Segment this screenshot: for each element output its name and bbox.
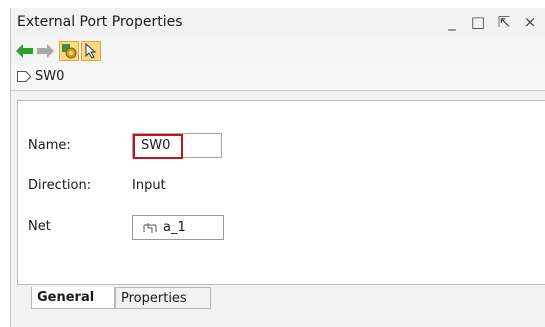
- close-button[interactable]: ×: [522, 12, 538, 32]
- arrow-right-gray-icon: [37, 44, 54, 58]
- cursor-toggle-icon: [85, 43, 97, 59]
- title-bar: External Port Properties _ □ ⇱ ×: [11, 8, 545, 39]
- window-title: External Port Properties: [17, 14, 183, 30]
- net-label: Net: [28, 219, 51, 234]
- window-controls: _ □ ⇱ ×: [444, 12, 538, 32]
- breadcrumb: SW0: [11, 64, 545, 91]
- name-field[interactable]: SW0: [132, 133, 222, 159]
- name-value: SW0: [141, 138, 171, 153]
- minimize-button[interactable]: _: [444, 12, 460, 32]
- net-value: a_1: [163, 220, 186, 235]
- breadcrumb-label: SW0: [35, 69, 65, 84]
- general-tab-content: Name: SW0 Direction: Input Net a_1: [17, 100, 545, 285]
- gear-toggle-icon: [62, 44, 77, 59]
- arrow-left-green-icon: [16, 44, 33, 58]
- forward-button[interactable]: [36, 41, 56, 61]
- name-label: Name:: [28, 138, 71, 153]
- net-icon: [143, 222, 157, 238]
- port-icon: [17, 71, 32, 86]
- net-link[interactable]: a_1: [132, 215, 224, 240]
- direction-label: Direction:: [28, 178, 92, 193]
- float-button[interactable]: ⇱: [496, 12, 512, 32]
- tab-general[interactable]: General: [31, 287, 115, 309]
- tab-bar: General Properties: [17, 287, 545, 327]
- auto-update-toggle[interactable]: [59, 41, 79, 61]
- tab-properties[interactable]: Properties: [115, 287, 211, 309]
- direction-value: Input: [132, 178, 166, 193]
- maximize-button[interactable]: □: [470, 12, 486, 32]
- back-button[interactable]: [15, 41, 35, 61]
- select-toggle[interactable]: [81, 41, 101, 61]
- toolbar: [11, 38, 545, 65]
- external-port-properties-panel: External Port Properties _ □ ⇱ × SW0 Nam…: [10, 8, 545, 327]
